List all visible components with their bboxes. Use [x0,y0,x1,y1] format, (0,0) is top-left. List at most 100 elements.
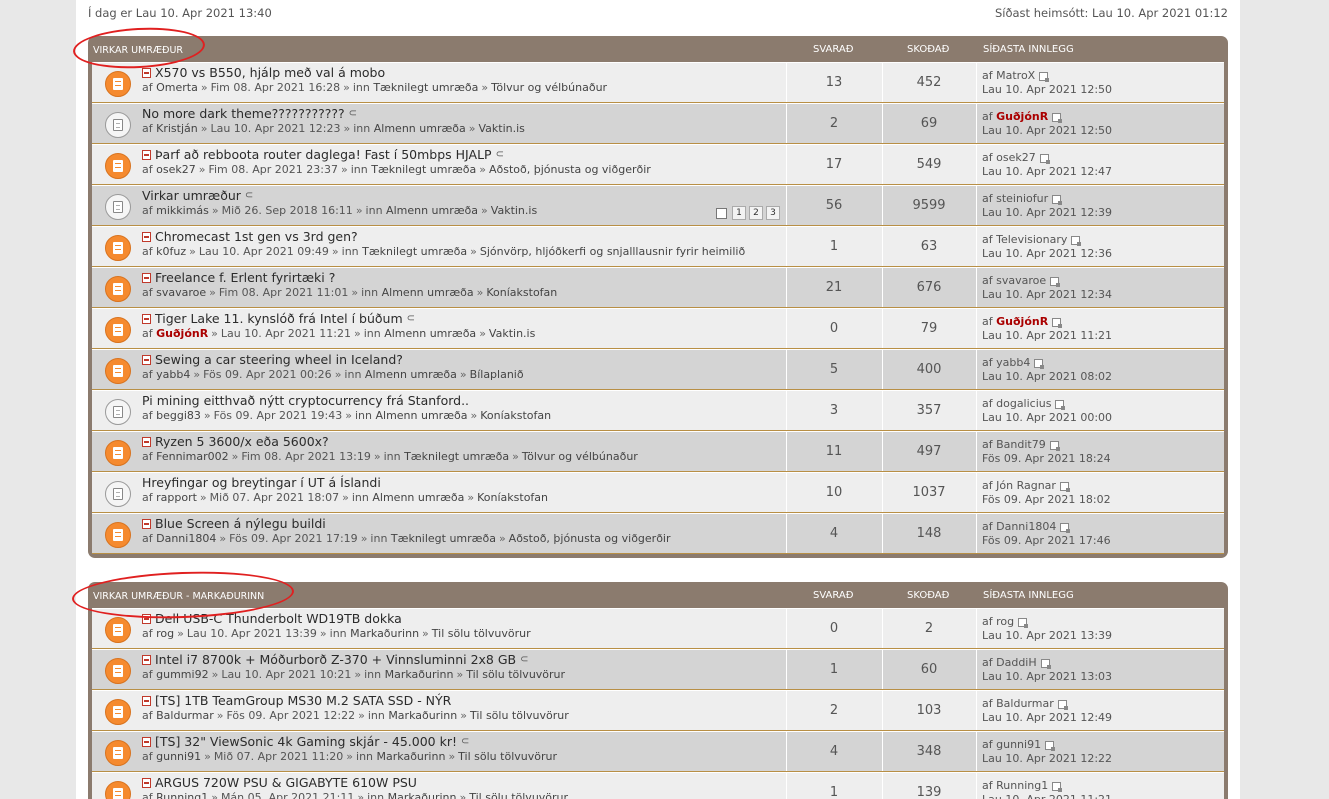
unread-post-icon[interactable] [142,518,151,529]
unread-post-icon[interactable] [142,313,151,324]
last-post-author-link[interactable]: Jón Ragnar [996,479,1056,492]
forum-link[interactable]: Tæknilegt umræða [362,245,467,258]
topic-title-link[interactable]: Intel i7 8700k + Móðurborð Z-370 + Vinns… [155,652,516,667]
go-to-last-post-icon[interactable] [1049,440,1060,451]
unread-post-icon[interactable] [142,695,151,706]
topic-title-link[interactable]: Sewing a car steering wheel in Iceland? [155,352,403,367]
last-post-author-link[interactable]: Bandit79 [996,438,1046,451]
topic-author-link[interactable]: rapport [156,491,197,504]
subforum-link[interactable]: Sjónvörp, hljóðkerfi og snjalllausnir fy… [480,245,745,258]
unread-post-icon[interactable] [142,736,151,747]
forum-link[interactable]: Almenn umræða [386,204,478,217]
topic-author-link[interactable]: beggi83 [156,409,201,422]
last-post-author-link[interactable]: Baldurmar [996,697,1054,710]
page-link[interactable]: 3 [766,206,780,220]
topic-author-link[interactable]: osek27 [156,163,196,176]
last-post-author-link[interactable]: DaddiH [996,656,1037,669]
section-title[interactable]: VIRKAR UMRÆÐUR [93,45,183,56]
topic-author-link[interactable]: Omerta [156,81,198,94]
topic-author-link[interactable]: GuðjónR [156,327,208,340]
go-to-last-post-icon[interactable] [1055,399,1066,410]
last-post-author-link[interactable]: GuðjónR [996,315,1048,328]
forum-link[interactable]: Markaðurinn [350,627,419,640]
subforum-link[interactable]: Til sölu tölvuvörur [469,791,568,799]
go-to-last-post-icon[interactable] [1052,317,1063,328]
page-link[interactable]: 1 [732,206,746,220]
topic-title-link[interactable]: [TS] 1TB TeamGroup MS30 M.2 SATA SSD - N… [155,693,451,708]
subforum-link[interactable]: Til sölu tölvuvörur [470,709,569,722]
topic-author-link[interactable]: Fennimar002 [156,450,228,463]
subforum-link[interactable]: Tölvur og vélbúnaður [522,450,638,463]
last-post-author-link[interactable]: gunni91 [996,738,1041,751]
go-to-last-post-icon[interactable] [1052,194,1063,205]
topic-author-link[interactable]: rog [156,627,174,640]
unread-post-icon[interactable] [142,654,151,665]
forum-link[interactable]: Markaðurinn [388,709,457,722]
subforum-link[interactable]: Vaktin.is [478,122,524,135]
unread-post-icon[interactable] [142,436,151,447]
last-post-author-link[interactable]: yabb4 [996,356,1030,369]
topic-author-link[interactable]: mikkimás [156,204,209,217]
topic-title-link[interactable]: ARGUS 720W PSU & GIGABYTE 610W PSU [155,775,417,790]
go-to-last-post-icon[interactable] [1018,617,1029,628]
unread-post-icon[interactable] [142,149,151,160]
forum-link[interactable]: Tæknilegt umræða [391,532,496,545]
last-post-author-link[interactable]: rog [996,615,1014,628]
page-link[interactable]: 2 [749,206,763,220]
subforum-link[interactable]: Til sölu tölvuvörur [466,668,565,681]
forum-link[interactable]: Tæknilegt umræða [373,81,478,94]
forum-link[interactable]: Almenn umræða [384,327,476,340]
subforum-link[interactable]: Koníakstofan [480,409,551,422]
last-post-author-link[interactable]: svavaroe [996,274,1046,287]
forum-link[interactable]: Tæknilegt umræða [404,450,509,463]
last-post-author-link[interactable]: Danni1804 [996,520,1056,533]
unread-post-icon[interactable] [142,231,151,242]
topic-title-link[interactable]: Blue Screen á nýlegu buildi [155,516,326,531]
forum-link[interactable]: Tæknilegt umræða [371,163,476,176]
go-to-last-post-icon[interactable] [1039,153,1050,164]
forum-link[interactable]: Markaðurinn [388,791,457,799]
topic-title-link[interactable]: Chromecast 1st gen vs 3rd gen? [155,229,358,244]
topic-title-link[interactable]: Tiger Lake 11. kynslóð frá Intel í búðum [155,311,403,326]
topic-title-link[interactable]: Ryzen 5 3600/x eða 5600x? [155,434,329,449]
section-title[interactable]: VIRKAR UMRÆÐUR - MARKAÐURINN [93,591,264,602]
topic-author-link[interactable]: gunni91 [156,750,201,763]
forum-link[interactable]: Almenn umræða [375,409,467,422]
forum-link[interactable]: Almenn umræða [382,286,474,299]
go-to-last-post-icon[interactable] [1040,658,1051,669]
subforum-link[interactable]: Koníakstofan [486,286,557,299]
forum-link[interactable]: Almenn umræða [372,491,464,504]
go-to-last-post-icon[interactable] [1039,71,1050,82]
unread-post-icon[interactable] [142,67,151,78]
forum-link[interactable]: Markaðurinn [377,750,446,763]
last-post-author-link[interactable]: GuðjónR [996,110,1048,123]
subforum-link[interactable]: Til sölu tölvuvörur [432,627,531,640]
topic-author-link[interactable]: svavaroe [156,286,206,299]
go-to-last-post-icon[interactable] [1059,481,1070,492]
unread-post-icon[interactable] [142,777,151,788]
subforum-link[interactable]: Tölvur og vélbúnaður [491,81,607,94]
go-to-last-post-icon[interactable] [1052,112,1063,123]
subforum-link[interactable]: Koníakstofan [477,491,548,504]
subforum-link[interactable]: Til sölu tölvuvörur [458,750,557,763]
subforum-link[interactable]: Vaktin.is [491,204,537,217]
last-post-author-link[interactable]: steiniofur [996,192,1048,205]
topic-title-link[interactable]: Freelance f. Erlent fyrirtæki ? [155,270,335,285]
unread-post-icon[interactable] [142,354,151,365]
forum-link[interactable]: Almenn umræða [365,368,457,381]
go-to-last-post-icon[interactable] [1050,276,1061,287]
subforum-link[interactable]: Aðstoð, þjónusta og viðgerðir [509,532,671,545]
last-post-author-link[interactable]: dogalicius [996,397,1051,410]
topic-author-link[interactable]: Kristján [156,122,198,135]
topic-author-link[interactable]: gummi92 [156,668,208,681]
subforum-link[interactable]: Vaktin.is [489,327,535,340]
topic-title-link[interactable]: No more dark theme??????????? [142,106,345,121]
topic-title-link[interactable]: X570 vs B550, hjálp með val á mobo [155,65,385,80]
topic-author-link[interactable]: Danni1804 [156,532,216,545]
forum-link[interactable]: Markaðurinn [385,668,454,681]
go-to-last-post-icon[interactable] [1045,740,1056,751]
subforum-link[interactable]: Bílaplanið [470,368,524,381]
go-to-last-post-icon[interactable] [1060,522,1071,533]
topic-title-link[interactable]: Hreyfingar og breytingar í UT á Íslandi [142,475,381,490]
topic-author-link[interactable]: k0fuz [156,245,186,258]
